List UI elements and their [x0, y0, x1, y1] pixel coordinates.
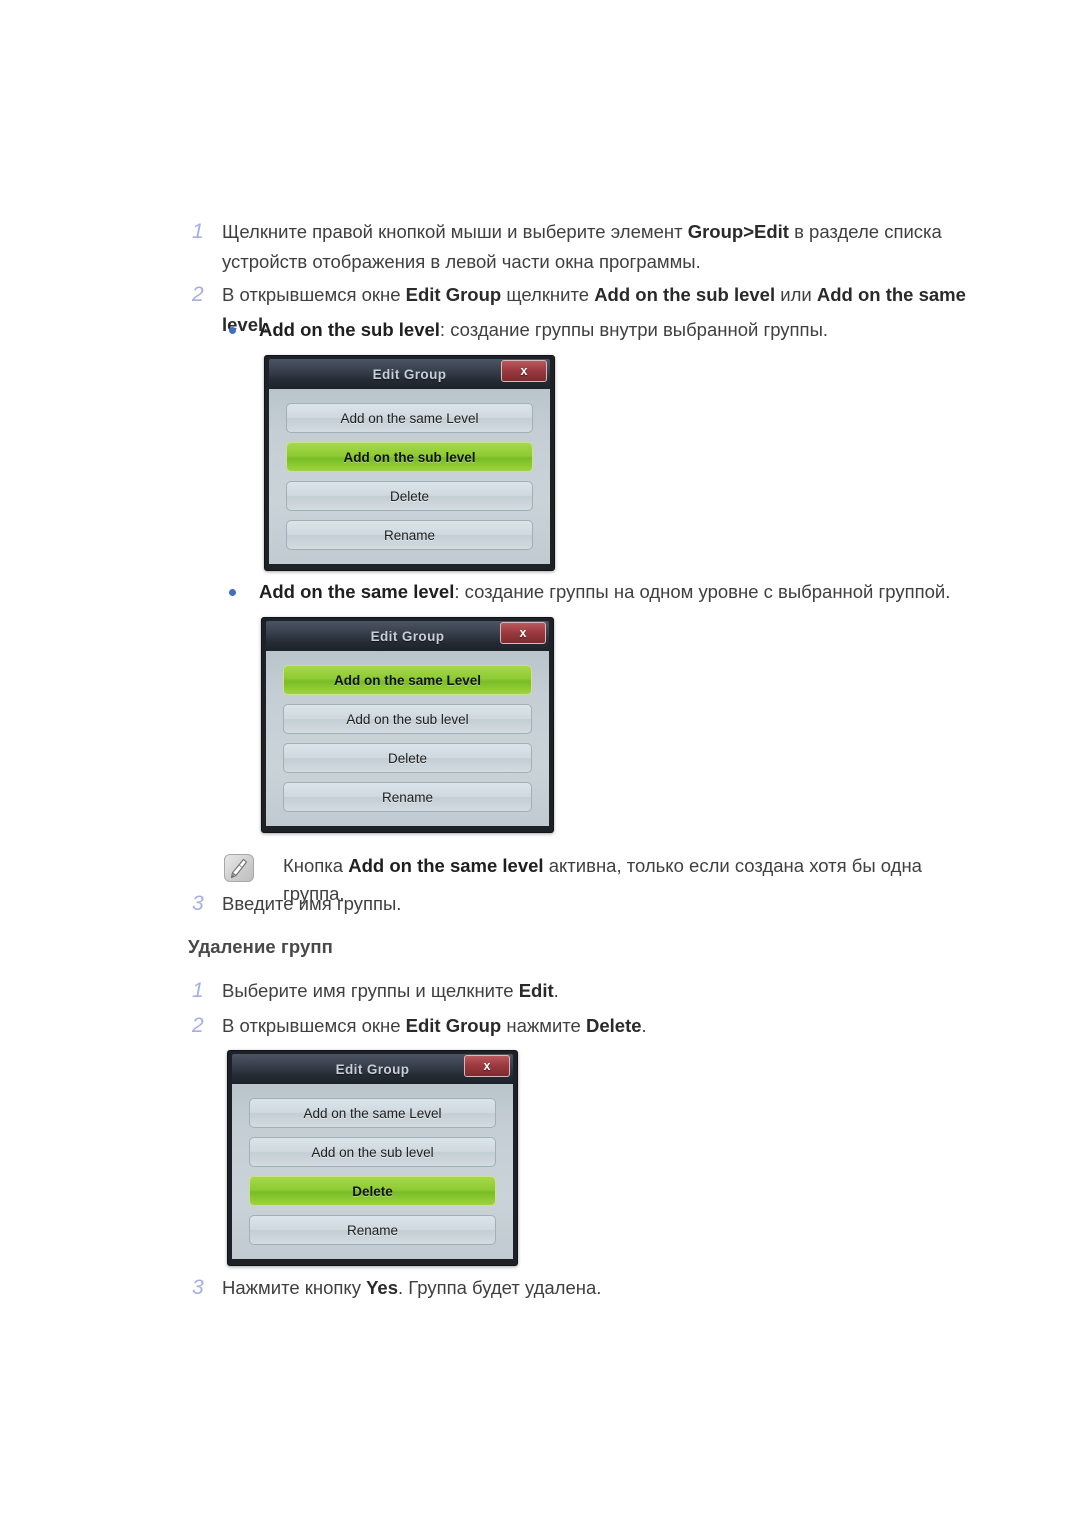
step-text: Выберите имя группы и щелкните Edit.	[222, 980, 559, 1001]
dialog-title: Edit Group	[335, 1061, 410, 1077]
dialog-button-add-same-level[interactable]: Add on the same Level	[283, 665, 532, 695]
dialog-body: Add on the same Level Add on the sub lev…	[232, 1084, 513, 1259]
step-row-3-delete: 3 Нажмите кнопку Yes. Группа будет удале…	[186, 1273, 786, 1303]
close-icon[interactable]: x	[500, 622, 546, 644]
dialog-button-add-same-level[interactable]: Add on the same Level	[286, 403, 533, 433]
step-row-1-create: 1 Щелкните правой кнопкой мыши и выберит…	[186, 217, 966, 277]
dialog-titlebar: Edit Group x	[232, 1054, 513, 1084]
bullet-text: Add on the same level: создание группы н…	[259, 581, 951, 602]
note-pencil-icon	[224, 854, 254, 882]
step-number: 2	[192, 283, 204, 306]
step-text: В открывшемся окне Edit Group нажмите De…	[222, 1015, 647, 1036]
step-number: 3	[192, 892, 204, 915]
step-text: Нажмите кнопку Yes. Группа будет удалена…	[222, 1277, 602, 1298]
dialog-button-delete[interactable]: Delete	[286, 481, 533, 511]
step-number: 1	[192, 220, 204, 243]
dialog-edit-group-same-level[interactable]: Edit Group x Add on the same Level Add o…	[261, 617, 554, 833]
step-text: Введите имя группы.	[222, 893, 402, 914]
section-heading-delete-groups: Удаление групп	[188, 936, 333, 957]
dialog-button-delete[interactable]: Delete	[283, 743, 532, 773]
dialog-button-rename[interactable]: Rename	[249, 1215, 496, 1245]
dialog-button-delete[interactable]: Delete	[249, 1176, 496, 1206]
step-text: Щелкните правой кнопкой мыши и выберите …	[222, 221, 942, 272]
dialog-button-add-sub-level[interactable]: Add on the sub level	[283, 704, 532, 734]
close-icon[interactable]: x	[464, 1055, 510, 1077]
bullet-row-same-level: Add on the same level: создание группы н…	[227, 577, 1027, 607]
dialog-titlebar: Edit Group x	[269, 359, 550, 389]
dialog-body: Add on the same Level Add on the sub lev…	[269, 389, 550, 564]
dialog-button-rename[interactable]: Rename	[286, 520, 533, 550]
dialog-button-add-sub-level[interactable]: Add on the sub level	[249, 1137, 496, 1167]
dialog-button-add-same-level[interactable]: Add on the same Level	[249, 1098, 496, 1128]
step-number: 2	[192, 1014, 204, 1037]
step-number: 1	[192, 979, 204, 1002]
close-icon[interactable]: x	[501, 360, 547, 382]
bullet-row-sub-level: Add on the sub level: создание группы вн…	[227, 315, 1007, 345]
step-row-2-delete: 2 В открывшемся окне Edit Group нажмите …	[186, 1011, 786, 1041]
bullet-dot-icon	[227, 315, 259, 345]
dialog-edit-group-delete[interactable]: Edit Group x Add on the same Level Add o…	[227, 1050, 518, 1266]
dialog-button-add-sub-level[interactable]: Add on the sub level	[286, 442, 533, 472]
dialog-edit-group-sub-level[interactable]: Edit Group x Add on the same Level Add o…	[264, 355, 555, 571]
step-row-1-delete: 1 Выберите имя группы и щелкните Edit.	[186, 976, 786, 1006]
dialog-button-rename[interactable]: Rename	[283, 782, 532, 812]
bullet-text: Add on the sub level: создание группы вн…	[259, 319, 829, 340]
dialog-title: Edit Group	[372, 366, 447, 382]
document-page: 1 Щелкните правой кнопкой мыши и выберит…	[0, 0, 1080, 1527]
dialog-titlebar: Edit Group x	[266, 621, 549, 651]
dialog-title: Edit Group	[370, 628, 445, 644]
dialog-body: Add on the same Level Add on the sub lev…	[266, 651, 549, 826]
step-row-3-create: 3 Введите имя группы.	[186, 889, 786, 919]
step-number: 3	[192, 1276, 204, 1299]
bullet-dot-icon	[227, 577, 259, 607]
